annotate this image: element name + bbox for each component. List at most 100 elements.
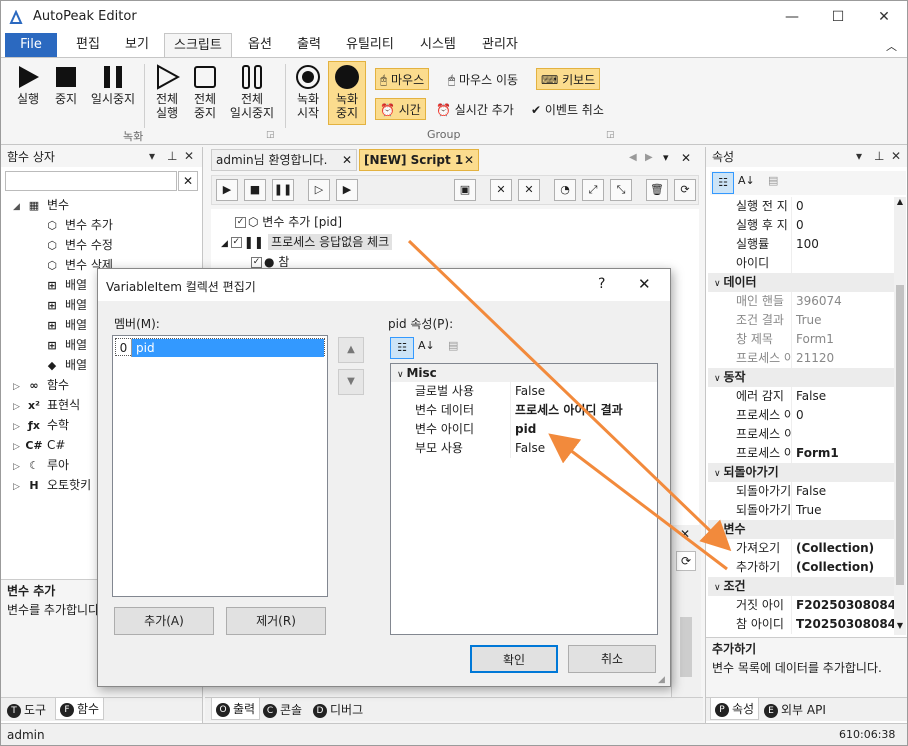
- output-close-icon[interactable]: ✕: [680, 527, 690, 541]
- pause-all-button[interactable]: 전체 일시중지: [225, 62, 279, 120]
- property-row[interactable]: 실행률 100: [708, 235, 894, 254]
- list-item[interactable]: 0 pid: [115, 338, 325, 357]
- pin-icon[interactable]: ⊥: [167, 149, 177, 163]
- alphabetical-icon[interactable]: A↓: [738, 174, 755, 187]
- expander-icon[interactable]: ◢: [13, 197, 25, 217]
- tab-close-icon[interactable]: ✕: [464, 150, 474, 170]
- output-refresh-icon[interactable]: ⟳: [676, 551, 696, 571]
- tab-options[interactable]: 옵션: [239, 33, 281, 57]
- maximize-button[interactable]: ☐: [815, 1, 861, 33]
- property-row[interactable]: 창 제목 Form1: [708, 330, 894, 349]
- run-from-here-icon[interactable]: ▶: [336, 179, 358, 201]
- tab-properties[interactable]: P 속성: [710, 698, 760, 720]
- property-pages-icon[interactable]: ▤: [448, 339, 458, 352]
- pause-icon[interactable]: ❚❚: [272, 179, 294, 201]
- panel-dropdown-icon[interactable]: ▾: [856, 149, 862, 163]
- tab-scroll-left-icon[interactable]: ◀: [629, 152, 637, 163]
- checkbox-checked-icon[interactable]: ✓: [251, 257, 262, 268]
- property-row[interactable]: 부모 사용 False: [391, 439, 657, 458]
- property-category[interactable]: ∨ 조건: [708, 577, 894, 596]
- tab-script-1[interactable]: [NEW] Script 1 ✕: [359, 149, 479, 171]
- property-row[interactable]: 참 아이디 T20250308084900: [708, 615, 894, 634]
- property-row[interactable]: 거짓 아이 F20250308084900: [708, 596, 894, 615]
- property-row[interactable]: 되돌아가기 True: [708, 501, 894, 520]
- expander-icon[interactable]: ◢: [221, 239, 231, 249]
- time-record-toggle[interactable]: ⏰ 시간: [375, 98, 426, 120]
- delete-icon[interactable]: ✕: [490, 179, 512, 201]
- tab-system[interactable]: 시스템: [411, 33, 465, 57]
- keyboard-record-toggle[interactable]: ⌨ 키보드: [536, 68, 601, 90]
- cancel-button[interactable]: 취소: [568, 645, 656, 673]
- move-up-button[interactable]: ▲: [338, 337, 364, 363]
- property-row[interactable]: 글로벌 사용 False: [391, 382, 657, 401]
- record-stop-button[interactable]: 녹화 중지: [328, 61, 366, 125]
- pin-icon[interactable]: ⊥: [874, 149, 884, 163]
- script-line[interactable]: ◢ ✓ ❚❚ 프로세스 응답없음 체크: [221, 233, 393, 251]
- script-line[interactable]: ✓ ⬡ 변수 추가 [pid]: [235, 213, 342, 231]
- property-row[interactable]: 매인 핸들 396074: [708, 292, 894, 311]
- checkbox-checked-icon[interactable]: ✓: [235, 217, 246, 228]
- property-row[interactable]: 프로세스 이: [708, 425, 894, 444]
- tab-welcome[interactable]: admin님 환영합니다. ✕: [211, 149, 357, 171]
- remove-button[interactable]: 제거(R): [226, 607, 326, 635]
- ok-button[interactable]: 확인: [470, 645, 558, 673]
- run-all-button[interactable]: 전체 실행: [149, 62, 185, 120]
- resize-grip-icon[interactable]: ◢: [658, 675, 665, 685]
- property-category[interactable]: ∨ Misc: [391, 364, 657, 382]
- clear-search-icon[interactable]: ✕: [178, 171, 198, 191]
- categorized-icon[interactable]: ☷: [390, 337, 414, 359]
- property-row[interactable]: 프로세스 아 0: [708, 406, 894, 425]
- stop-icon[interactable]: ■: [244, 179, 266, 201]
- property-row[interactable]: 실행 후 지 0: [708, 216, 894, 235]
- tab-debug[interactable]: D 디버그: [313, 699, 363, 721]
- record-start-button[interactable]: 녹화 시작: [291, 62, 325, 120]
- property-row[interactable]: 실행 전 지 0: [708, 197, 894, 216]
- tree-item[interactable]: ◢ ▦ 변수: [1, 195, 201, 215]
- tab-output[interactable]: 출력: [288, 33, 330, 57]
- tab-close-icon[interactable]: ✕: [342, 150, 352, 170]
- tab-list-icon[interactable]: ▾: [663, 151, 669, 164]
- group-launcher-icon[interactable]: ◲: [266, 130, 275, 140]
- run-icon[interactable]: ▶: [216, 179, 238, 201]
- categorized-icon[interactable]: ☷: [712, 172, 734, 194]
- timer-icon[interactable]: ◔: [554, 179, 576, 201]
- tab-console[interactable]: C 콘솔: [263, 699, 302, 721]
- property-category[interactable]: ∨ 동작: [708, 368, 894, 387]
- scroll-up-icon[interactable]: ▲: [894, 197, 906, 206]
- tree-item[interactable]: ⬡ 변수 수정: [1, 235, 201, 255]
- property-row[interactable]: 가져오기 (Collection): [708, 539, 894, 558]
- mouse-record-toggle[interactable]: 🖰 마우스: [375, 68, 430, 90]
- property-category[interactable]: ∨ 되돌아가기: [708, 463, 894, 482]
- close-button[interactable]: ✕: [861, 1, 907, 33]
- tab-output-pane[interactable]: O 출력: [211, 698, 261, 720]
- tab-file[interactable]: File: [5, 33, 57, 57]
- property-row[interactable]: 아이디: [708, 254, 894, 273]
- members-list[interactable]: 0 pid: [112, 335, 328, 597]
- expander-icon[interactable]: ▷: [13, 477, 25, 497]
- add-button[interactable]: 추가(A): [114, 607, 214, 635]
- property-scrollbar[interactable]: ▲ ▼: [894, 197, 906, 635]
- checkbox-checked-icon[interactable]: ✓: [230, 237, 242, 248]
- property-row[interactable]: 되돌아가기 False: [708, 482, 894, 501]
- property-row[interactable]: 추가하기 (Collection): [708, 558, 894, 577]
- expander-icon[interactable]: ▷: [13, 457, 25, 477]
- tab-scroll-right-icon[interactable]: ▶: [645, 152, 653, 163]
- expander-icon[interactable]: ▷: [13, 397, 25, 417]
- dialog-close-button[interactable]: ✕: [638, 275, 651, 293]
- move-down-button[interactable]: ▼: [338, 369, 364, 395]
- delete-all-icon[interactable]: ✕: [518, 179, 540, 201]
- expander-icon[interactable]: ▷: [13, 437, 25, 457]
- tab-external-api[interactable]: E 외부 API: [764, 699, 826, 721]
- tab-edit[interactable]: 편집: [67, 33, 109, 57]
- realtime-add-toggle[interactable]: ⏰ 실시간 추가: [431, 98, 519, 120]
- collapse-icon[interactable]: ⤡: [610, 179, 632, 201]
- run-button[interactable]: 실행: [9, 62, 47, 106]
- expander-icon[interactable]: ▷: [13, 417, 25, 437]
- refresh-icon[interactable]: ⟳: [674, 179, 696, 201]
- scrollbar-thumb[interactable]: [896, 285, 904, 585]
- panel-close-icon[interactable]: ✕: [891, 149, 901, 163]
- tab-script[interactable]: 스크립트: [164, 33, 232, 57]
- minimize-button[interactable]: —: [769, 1, 815, 33]
- tab-utility[interactable]: 유틸리티: [337, 33, 403, 57]
- tab-functions[interactable]: F 함수: [55, 698, 105, 720]
